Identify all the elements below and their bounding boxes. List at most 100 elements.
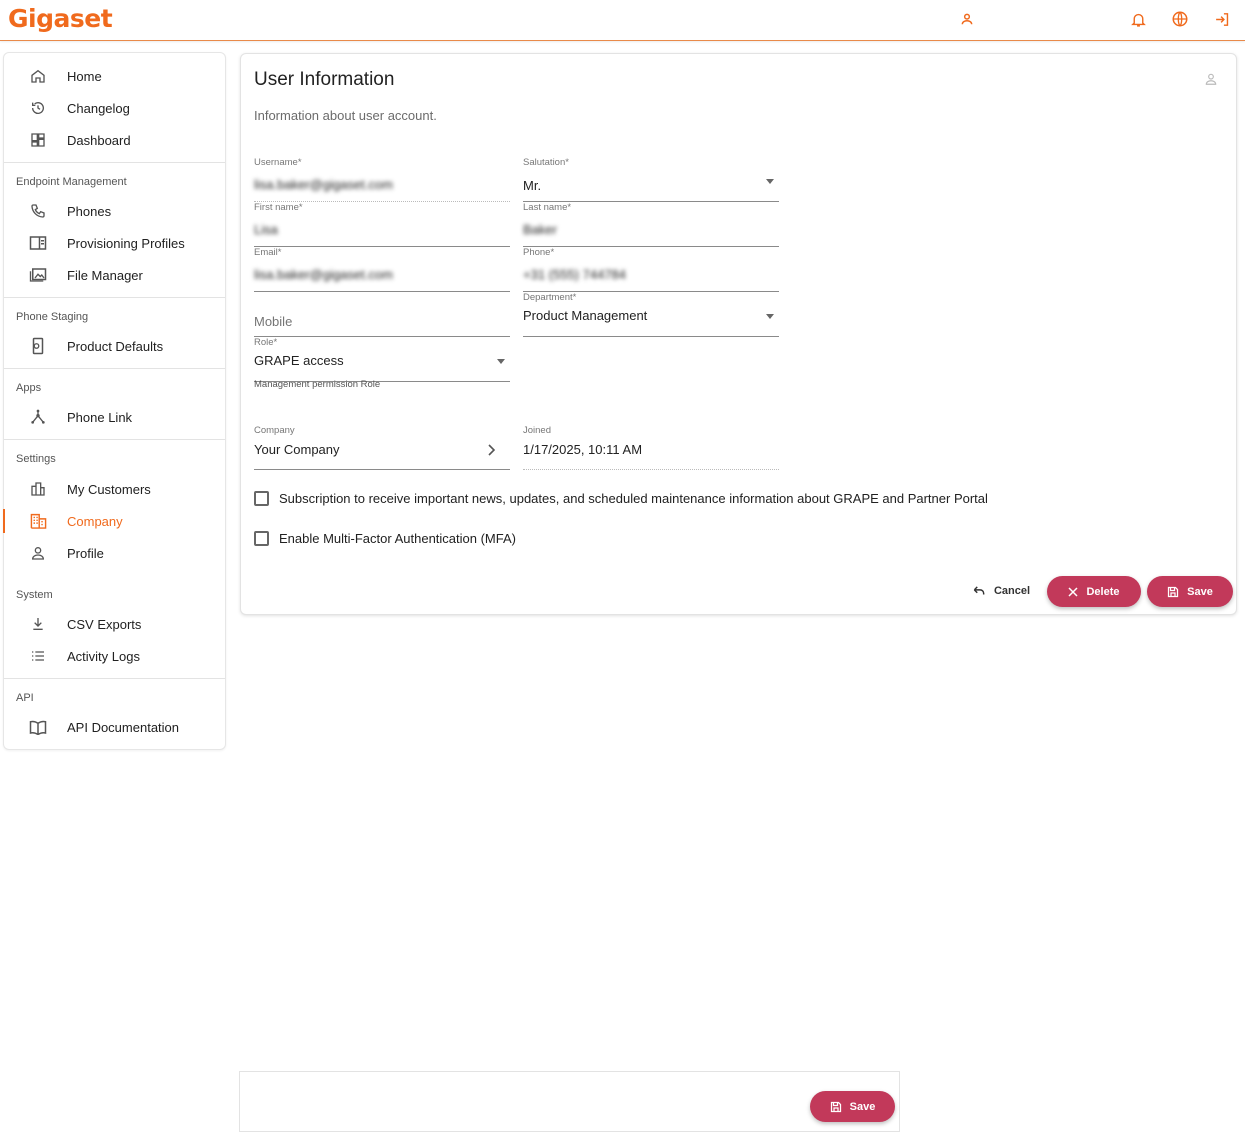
divider [4,297,225,298]
field-value: Lisa [254,222,278,237]
sidebar-item-label: Phones [67,203,112,219]
sidebar-item-label: Activity Logs [67,648,140,664]
role-select[interactable]: Role* GRAPE access [254,337,510,382]
delete-label: Delete [1086,585,1120,598]
divider [4,678,225,679]
undo-icon [972,585,986,597]
sidebar-item-label: Dashboard [67,132,131,148]
sidebar-item-home[interactable]: Home [4,60,225,92]
first-name-field[interactable]: First name* Lisa [254,202,510,247]
mfa-checkbox-row[interactable]: Enable Multi-Factor Authentication (MFA) [254,531,516,546]
section-header-staging: Phone Staging [16,311,89,323]
hub-icon [29,408,47,426]
dropdown-arrow-icon [497,359,505,364]
subscription-checkbox[interactable] [254,491,269,506]
sidebar-item-label: Product Defaults [67,338,164,354]
subscription-checkbox-row[interactable]: Subscription to receive important news, … [254,491,988,506]
sidebar-item-label: Company [67,513,123,529]
sidebar-item-phone-link[interactable]: Phone Link [4,401,225,433]
sidebar-item-product-defaults[interactable]: Product Defaults [4,330,225,362]
top-app-bar: Gigaset [0,0,1245,41]
section-header-apps: Apps [16,382,42,394]
user-icon[interactable] [956,8,978,30]
cancel-button[interactable]: Cancel [969,576,1033,606]
company-field[interactable]: Company Your Company [254,425,510,470]
sidebar-item-my-customers[interactable]: My Customers [4,473,225,505]
close-icon [1068,586,1079,597]
phone-field[interactable]: Phone* +31 (555) 744784 [523,247,779,292]
email-field[interactable]: Email* lisa.baker@gigaset.com [254,247,510,292]
save-icon [830,1101,842,1113]
field-label: Company [254,425,295,436]
gigaset-logo[interactable]: Gigaset [8,4,113,33]
divider [4,162,225,163]
history-icon [29,99,47,117]
sidebar-item-label: Home [67,68,102,84]
field-value: Baker [523,222,557,237]
department-select[interactable]: Department* Product Management [523,292,779,337]
field-underline [523,469,779,470]
last-name-field[interactable]: Last name* Baker [523,202,779,247]
dashboard-icon [29,131,47,149]
profile-card-icon [29,234,47,252]
sidebar-item-label: File Manager [67,267,143,283]
sidebar-item-profile[interactable]: Profile [4,537,225,569]
delete-button[interactable]: Delete [1047,576,1141,607]
role-hint: Management permission Role [254,379,381,390]
divider [4,368,225,369]
sidebar-item-label: My Customers [67,481,151,497]
save-button[interactable]: Save [1147,576,1233,607]
sidebar-item-file-manager[interactable]: File Manager [4,259,225,291]
user-information-card: User Information Information about user … [240,53,1237,615]
salutation-select[interactable]: Salutation* Mr. [523,157,779,202]
sidebar-item-changelog[interactable]: Changelog [4,92,225,124]
bottom-save-button[interactable]: Save [810,1091,895,1122]
subscription-label: Subscription to receive important news, … [279,491,988,506]
company-icon [29,512,47,530]
sidebar-item-label: Changelog [67,100,130,116]
field-underline [523,336,779,337]
book-icon [29,718,47,736]
sidebar-item-phones[interactable]: Phones [4,195,225,227]
globe-icon[interactable] [1169,8,1191,30]
sidebar-item-dashboard[interactable]: Dashboard [4,124,225,156]
sidebar-item-label: Phone Link [67,409,133,425]
download-icon [29,615,47,633]
sidebar-item-csv-exports[interactable]: CSV Exports [4,608,225,640]
save-label: Save [849,1100,876,1113]
logout-icon[interactable] [1211,8,1233,30]
list-icon [29,647,47,665]
divider [4,439,225,440]
username-field: Username* lisa.baker@gigaset.com [254,157,510,202]
field-label: First name* [254,202,303,213]
save-icon [1167,586,1179,598]
chevron-right-icon[interactable] [486,443,496,461]
person-icon [29,544,47,562]
avatar-icon [1204,72,1218,91]
home-icon [29,67,47,85]
field-placeholder: Mobile [254,314,293,329]
field-value: Product Management [523,308,648,323]
joined-field: Joined 1/17/2025, 10:11 AM [523,425,779,470]
field-value: lisa.baker@gigaset.com [254,177,393,192]
field-label: Last name* [523,202,572,213]
cancel-label: Cancel [993,585,1031,597]
field-label: Joined [523,425,551,436]
sidebar-nav: Home Changelog Dashboard Endpoint Manage… [3,52,226,750]
field-value: Mr. [523,178,542,193]
field-label: Role* [254,337,278,348]
field-label: Salutation* [523,157,569,168]
field-value: lisa.baker@gigaset.com [254,267,393,282]
sidebar-item-label: CSV Exports [67,616,142,632]
field-label: Email* [254,247,282,258]
field-value: +31 (555) 744784 [523,267,627,282]
mfa-checkbox[interactable] [254,531,269,546]
bell-icon[interactable] [1127,8,1149,30]
sidebar-item-activity-logs[interactable]: Activity Logs [4,640,225,672]
section-header-api: API [16,692,34,704]
mobile-field[interactable]: Mobile [254,292,510,337]
sidebar-item-api-documentation[interactable]: API Documentation [4,711,225,743]
phone-icon [29,202,47,220]
sidebar-item-company[interactable]: Company [3,505,225,537]
sidebar-item-provisioning-profiles[interactable]: Provisioning Profiles [4,227,225,259]
